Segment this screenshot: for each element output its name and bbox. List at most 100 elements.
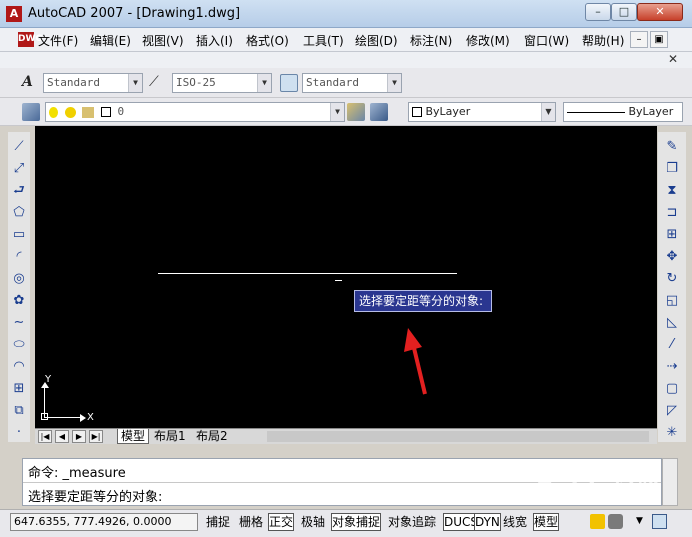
offset-icon[interactable]: ⊐: [663, 204, 681, 220]
snap-toggle[interactable]: 捕捉: [205, 513, 231, 531]
dyn-toggle[interactable]: DYN: [474, 513, 501, 531]
crosshair-cursor: [335, 280, 342, 281]
model-space-toggle[interactable]: 模型: [533, 513, 560, 531]
watermark: Baidu经验: [536, 476, 661, 504]
menu-format[interactable]: 格式(O): [246, 32, 289, 49]
text-style-icon[interactable]: A: [22, 74, 40, 92]
ucs-origin: [41, 413, 48, 420]
doc-minimize-button[interactable]: –: [630, 31, 648, 48]
ortho-toggle[interactable]: 正交: [268, 513, 295, 531]
tab-model[interactable]: 模型: [117, 429, 150, 444]
lineweight-toggle[interactable]: 线宽: [502, 513, 528, 531]
ucs-y-label: Y: [45, 374, 52, 385]
polygon-icon[interactable]: ⬠: [10, 204, 28, 220]
color-value: ByLayer: [425, 105, 471, 118]
menu-draw[interactable]: 绘图(D): [355, 32, 398, 49]
chevron-down-icon: ▼: [387, 74, 401, 92]
printer-icon[interactable]: [608, 514, 623, 529]
menu-modify[interactable]: 修改(M): [466, 32, 510, 49]
layer-previous-icon[interactable]: [370, 103, 388, 121]
rotate-icon[interactable]: ↻: [663, 270, 681, 286]
autocad-app-icon[interactable]: A: [6, 6, 22, 22]
maximize-button[interactable]: □: [611, 3, 637, 21]
drawing-canvas[interactable]: 选择要定距等分的对象: Y X: [35, 126, 657, 428]
status-bar: 647.6355, 777.4926, 0.0000 捕捉 栅格 正交 极轴 对…: [0, 509, 692, 537]
spline-icon[interactable]: ∼: [10, 314, 28, 330]
ellipse-arc-icon[interactable]: ◠: [10, 358, 28, 374]
copy-icon[interactable]: ❐: [663, 160, 681, 176]
next-tab-button[interactable]: ▶: [72, 430, 86, 443]
document-icon[interactable]: DWG: [18, 32, 43, 47]
first-tab-button[interactable]: |◀: [38, 430, 52, 443]
minimize-button[interactable]: –: [585, 3, 611, 21]
command-history-line: 命令: _measure: [28, 466, 126, 481]
chevron-down-icon: ▼: [541, 103, 555, 121]
move-icon[interactable]: ✥: [663, 248, 681, 264]
menu-dimension[interactable]: 标注(N): [410, 32, 452, 49]
layer-select[interactable]: 0 ▼: [45, 102, 345, 122]
menu-view[interactable]: 视图(V): [142, 32, 184, 49]
menu-window[interactable]: 窗口(W): [524, 32, 569, 49]
table-style-select[interactable]: Standard ▼: [302, 73, 402, 93]
arc-icon[interactable]: ◜: [10, 248, 28, 264]
close-button[interactable]: ✕: [637, 3, 683, 21]
doc-restore-button[interactable]: ▣: [650, 31, 668, 48]
grid-toggle[interactable]: 栅格: [238, 513, 264, 531]
point-icon[interactable]: ·: [10, 424, 28, 440]
table-style-icon[interactable]: [280, 74, 298, 92]
otrack-toggle[interactable]: 对象追踪: [387, 513, 437, 531]
dim-style-icon[interactable]: ⟋: [149, 74, 167, 92]
trim-icon[interactable]: ⁄: [663, 336, 681, 352]
tab-layout2[interactable]: 布局2: [193, 429, 231, 444]
menu-edit[interactable]: 编辑(E): [90, 32, 131, 49]
line-icon[interactable]: ⟋: [10, 138, 28, 154]
drawn-line[interactable]: [158, 273, 457, 274]
make-current-layer-icon[interactable]: [347, 103, 365, 121]
polar-toggle[interactable]: 极轴: [300, 513, 326, 531]
command-scrollbar[interactable]: [662, 458, 678, 506]
text-style-select[interactable]: Standard ▼: [43, 73, 143, 93]
polyline-icon[interactable]: ⮐: [10, 182, 28, 198]
extend-icon[interactable]: ⇢: [663, 358, 681, 374]
scale-icon[interactable]: ◱: [663, 292, 681, 308]
revision-cloud-icon[interactable]: ✿: [10, 292, 28, 308]
insert-block-icon[interactable]: ⊞: [10, 380, 28, 396]
red-arrow-annotation: [404, 328, 427, 395]
document-controls: ✕: [0, 52, 692, 68]
security-lock-icon[interactable]: [590, 514, 605, 529]
circle-icon[interactable]: ◎: [10, 270, 28, 286]
array-icon[interactable]: ⊞: [663, 226, 681, 242]
explode-icon[interactable]: ✳: [663, 424, 681, 440]
ellipse-icon[interactable]: ⬭: [10, 336, 28, 352]
layers-toolbar: 0 ▼ ByLayer ▼ ByLayer: [0, 98, 692, 126]
tray-menu-icon[interactable]: ▼: [632, 514, 647, 529]
menu-tools[interactable]: 工具(T): [303, 32, 344, 49]
last-tab-button[interactable]: ▶|: [89, 430, 103, 443]
horizontal-scrollbar[interactable]: [267, 431, 649, 442]
sun-icon: [64, 106, 76, 118]
chamfer-icon[interactable]: ◸: [663, 402, 681, 418]
dim-style-select[interactable]: ISO-25 ▼: [172, 73, 272, 93]
menu-file[interactable]: 文件(F): [38, 32, 78, 49]
command-prompt-line[interactable]: 选择要定距等分的对象:: [28, 486, 162, 505]
erase-icon[interactable]: ✎: [663, 138, 681, 154]
menu-insert[interactable]: 插入(I): [196, 32, 233, 49]
doc-close-button[interactable]: ✕: [666, 52, 680, 66]
color-select[interactable]: ByLayer ▼: [408, 102, 556, 122]
rectangle-icon[interactable]: ▭: [10, 226, 28, 242]
linetype-select[interactable]: ByLayer: [563, 102, 683, 122]
tab-layout1[interactable]: 布局1: [151, 429, 189, 444]
clean-screen-icon[interactable]: [652, 514, 667, 529]
make-block-icon[interactable]: ⧉: [10, 402, 28, 418]
break-icon[interactable]: ▢: [663, 380, 681, 396]
stretch-icon[interactable]: ◺: [663, 314, 681, 330]
osnap-toggle[interactable]: 对象捕捉: [331, 513, 382, 531]
mirror-icon[interactable]: ⧗: [663, 182, 681, 198]
color-swatch-icon: [100, 107, 111, 117]
lightbulb-icon: [49, 106, 58, 118]
menu-help[interactable]: 帮助(H): [582, 32, 624, 49]
coordinate-readout[interactable]: 647.6355, 777.4926, 0.0000: [10, 513, 198, 531]
construction-line-icon[interactable]: ⤢: [10, 160, 28, 176]
layer-manager-icon[interactable]: [22, 103, 40, 121]
prev-tab-button[interactable]: ◀: [55, 430, 69, 443]
